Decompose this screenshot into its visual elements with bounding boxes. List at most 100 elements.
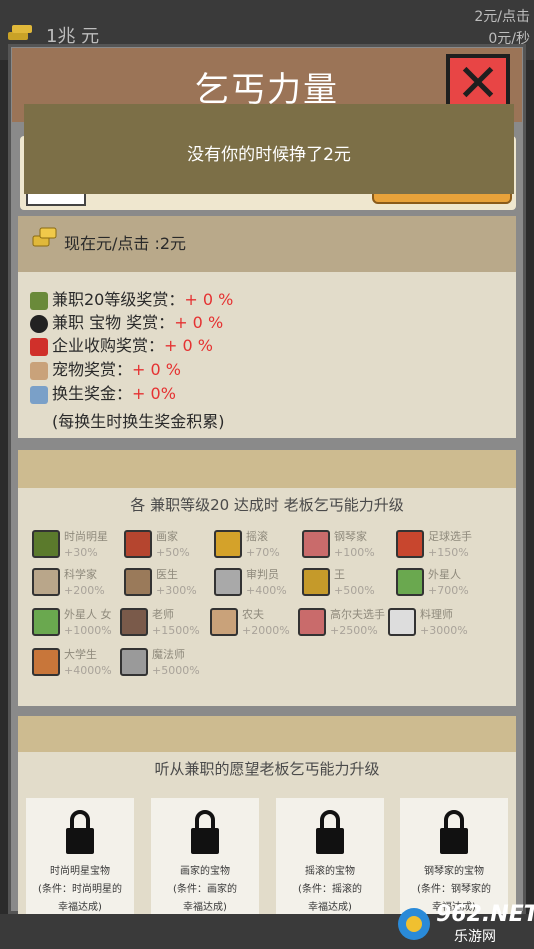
bonus-label: 换生奖金： [52, 384, 133, 403]
bonus-label: 宠物奖赏： [52, 360, 133, 379]
job-value: +3000% [420, 624, 468, 637]
job-name: 钢琴家 [334, 530, 367, 543]
job-name: 魔法师 [152, 648, 185, 661]
site-logo-icon [398, 908, 430, 940]
job-value: +300% [156, 584, 197, 597]
hat-icon [30, 291, 48, 310]
watermark-sub: 乐游网 [454, 929, 496, 945]
job-value: +5000% [152, 664, 200, 677]
job-item: 农夫 +2000% [210, 606, 306, 646]
job-value: +50% [156, 546, 190, 559]
teacher-face-icon [120, 608, 148, 636]
job-name: 足球选手 [428, 530, 472, 543]
painter-face-icon [124, 530, 152, 558]
bonus-label: 兼职20等级奖赏： [52, 290, 185, 309]
company-logo-icon [30, 337, 48, 356]
wizard-face-icon [120, 648, 148, 676]
job-name: 时尚明星 [64, 530, 108, 543]
job-name: 农夫 [242, 608, 264, 621]
soccer-player-face-icon [396, 530, 424, 558]
job-name: 科学家 [64, 568, 97, 581]
site-watermark: 962.NET 乐游网 [396, 900, 534, 946]
job-item: 王 +500% [302, 566, 398, 606]
alien-female-face-icon [32, 608, 60, 636]
job-value: +150% [428, 546, 469, 559]
click-rate: 2元/点击 [474, 9, 530, 25]
treasure-card-header [18, 716, 516, 752]
job-name: 王 [334, 568, 345, 581]
king-face-icon [302, 568, 330, 596]
gold-coins-icon [32, 227, 57, 247]
angel-icon [30, 385, 48, 404]
treasure-condition-2: 幸福达成) [183, 902, 227, 913]
job-name: 高尔夫选手 [330, 608, 385, 621]
bonus-row: 兼职 宝物 奖赏：+ 0 % [30, 309, 224, 333]
job-item: 外星人 +700% [396, 566, 492, 606]
job-value: +4000% [64, 664, 112, 677]
treasure-condition: (条件：钢琴家的 [417, 884, 491, 895]
rocker-face-icon [214, 530, 242, 558]
chef-face-icon [388, 608, 416, 636]
treasure-condition: (条件：摇滚的 [298, 884, 362, 895]
job-item: 时尚明星 +30% [32, 528, 128, 568]
job-name: 医生 [156, 568, 178, 581]
job-name: 外星人 女 [64, 608, 112, 621]
job-item: 审判员 +400% [214, 566, 310, 606]
watermark-text: 962.NET [436, 902, 534, 927]
job-item: 高尔夫选手 +2500% [298, 606, 394, 646]
toast-message: 没有你的时候挣了2元 [24, 104, 514, 194]
jobs-card-header [18, 450, 516, 488]
doctor-face-icon [124, 568, 152, 596]
job-name: 大学生 [64, 648, 97, 661]
farmer-face-icon [210, 608, 238, 636]
bonus-value: + 0% [132, 384, 176, 403]
job-value: +70% [246, 546, 280, 559]
golfer-face-icon [298, 608, 326, 636]
job-item: 老师 +1500% [120, 606, 216, 646]
job-value: +30% [64, 546, 98, 559]
bonus-value: + 0 % [184, 290, 234, 309]
job-value: +2500% [330, 624, 378, 637]
treasure-condition: (条件：时尚明星的 [38, 884, 122, 895]
job-value: +1500% [152, 624, 200, 637]
toast-text: 没有你的时候挣了2元 [187, 145, 351, 165]
bonus-label: 兼职 宝物 奖赏： [52, 313, 175, 332]
job-item: 足球选手 +150% [396, 528, 492, 568]
job-value: +500% [334, 584, 375, 597]
treasure-item[interactable]: 摇滚的宝物 (条件：摇滚的 幸福达成) [276, 798, 384, 914]
pianist-face-icon [302, 530, 330, 558]
job-item: 魔法师 +5000% [120, 646, 216, 686]
bonus-value: + 0 % [164, 336, 213, 355]
treasure-name: 钢琴家的宝物 [424, 866, 484, 877]
bonus-row: 企业收购奖赏：+ 0 % [30, 332, 213, 356]
job-name: 画家 [156, 530, 178, 543]
treasure-condition-2: 幸福达成) [58, 902, 102, 913]
job-item: 外星人 女 +1000% [32, 606, 128, 646]
job-item: 料理师 +3000% [388, 606, 484, 646]
lock-icon [440, 810, 468, 854]
bonus-row: 换生奖金：+ 0% [30, 380, 176, 404]
job-name: 摇滚 [246, 530, 268, 543]
job-value: +700% [428, 584, 469, 597]
bonus-value: + 0 % [174, 313, 224, 332]
jobs-card-title: 各 兼职等级20 达成时 老板乞丐能力升级 [130, 496, 404, 514]
job-item: 摇滚 +70% [214, 528, 310, 568]
treasure-card-title: 听从兼职的愿望老板乞丐能力升级 [154, 760, 380, 778]
treasure-item[interactable]: 画家的宝物 (条件：画家的 幸福达成) [151, 798, 259, 914]
treasure-item[interactable]: 钢琴家的宝物 (条件：钢琴家的 幸福达成) [400, 798, 508, 914]
lock-icon [316, 810, 344, 854]
job-item: 科学家 +200% [32, 566, 128, 606]
job-value: +200% [64, 584, 105, 597]
bonus-row: 宠物奖赏：+ 0 % [30, 356, 181, 380]
job-value: +400% [246, 584, 287, 597]
job-name: 老师 [152, 608, 174, 621]
celebrity-face-icon [32, 530, 60, 558]
treasure-item[interactable]: 时尚明星宝物 (条件：时尚明星的 幸福达成) [26, 798, 134, 914]
job-value: +1000% [64, 624, 112, 637]
job-value: +100% [334, 546, 375, 559]
judge-face-icon [214, 568, 242, 596]
alien-face-icon [396, 568, 424, 596]
coin-stack-icon [8, 25, 32, 40]
job-item: 画家 +50% [124, 528, 220, 568]
lock-icon [66, 810, 94, 854]
